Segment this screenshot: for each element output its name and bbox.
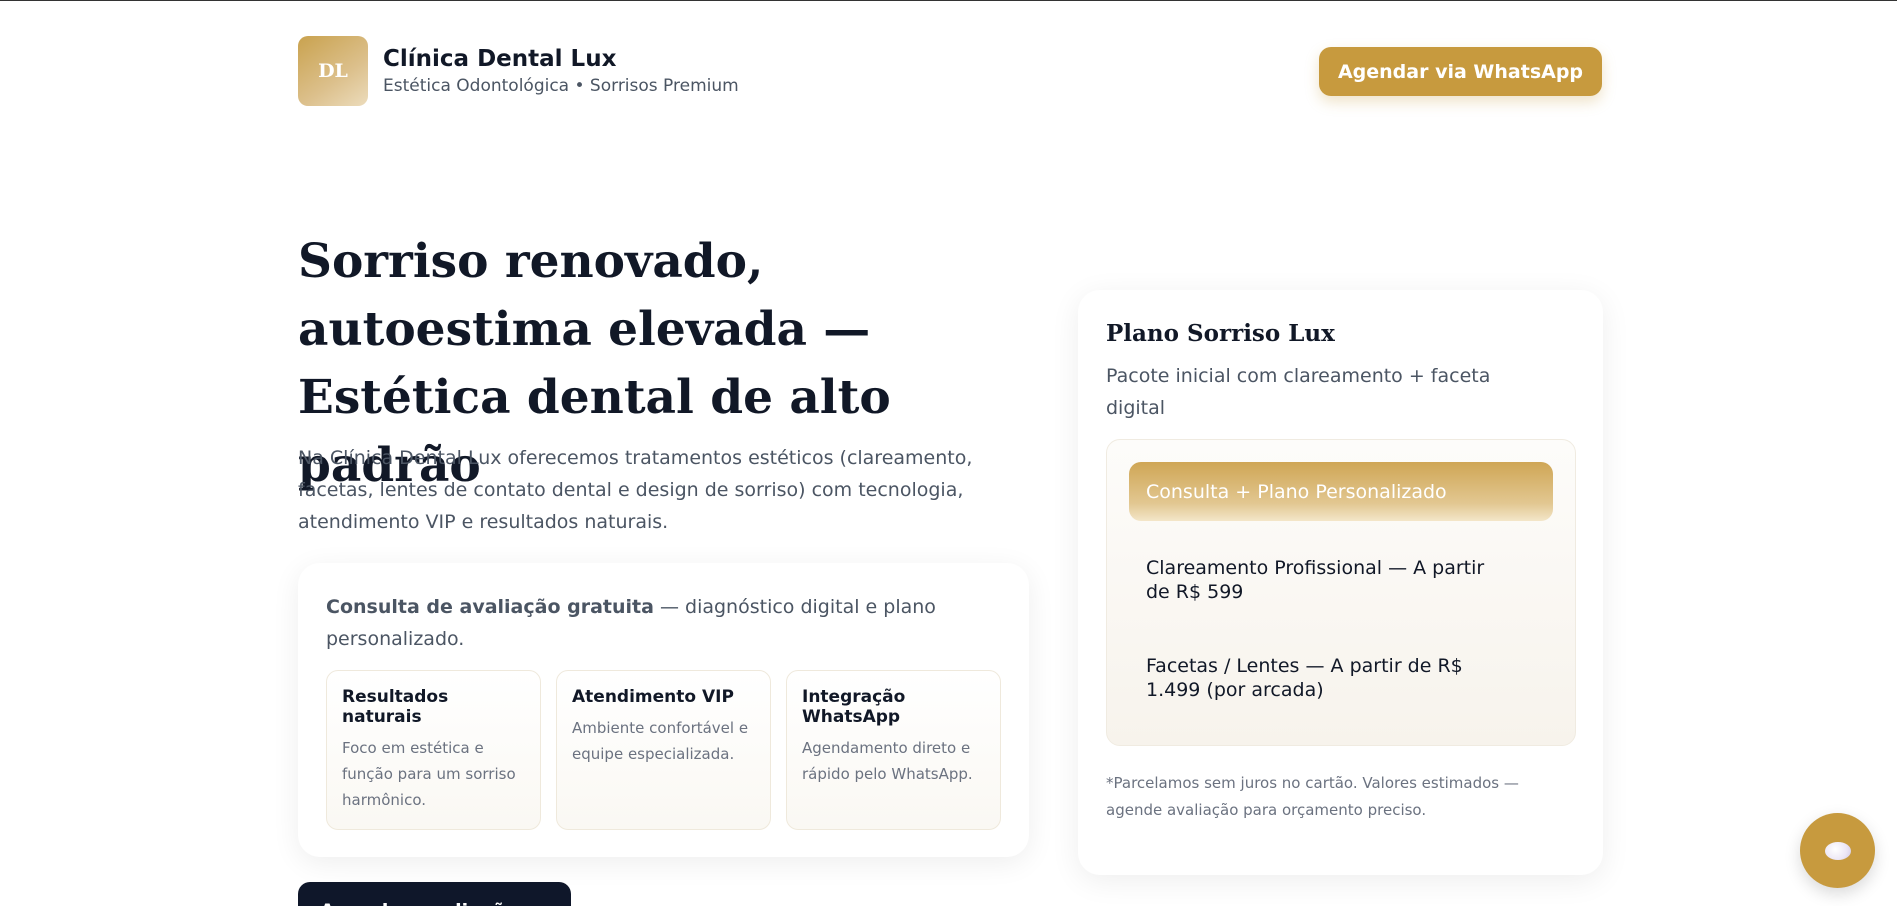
plan-title: Plano Sorriso Lux xyxy=(1106,320,1335,347)
free-consultation-card: Consulta de avaliação gratuita — diagnós… xyxy=(298,563,1029,857)
feature-card-whatsapp: Integração WhatsApp Agendamento direto e… xyxy=(786,670,1001,830)
consultation-lead: Consulta de avaliação gratuita — diagnós… xyxy=(326,591,1006,655)
brand-name: Clínica Dental Lux xyxy=(383,46,617,72)
logo-text: DL xyxy=(318,60,348,82)
feature-text: Foco em estética e função para um sorris… xyxy=(342,739,516,809)
top-border xyxy=(0,0,1897,1)
feature-text: Agendamento direto e rápido pelo WhatsAp… xyxy=(802,739,973,783)
clinic-logo[interactable]: DL xyxy=(298,36,368,106)
plan-option-whitening[interactable]: Clareamento Profissional — A partir de R… xyxy=(1129,556,1529,604)
feature-card-natural-results: Resultados naturais Foco em estética e f… xyxy=(326,670,541,830)
whatsapp-schedule-button[interactable]: Agendar via WhatsApp xyxy=(1319,47,1602,96)
brand-tagline: Estética Odontológica • Sorrisos Premium xyxy=(383,76,739,96)
hero-description: Na Clínica Dental Lux oferecemos tratame… xyxy=(298,447,973,533)
feature-title: Resultados naturais xyxy=(342,687,449,727)
feature-title: Integração WhatsApp xyxy=(802,687,906,727)
feature-title: Atendimento VIP xyxy=(572,687,734,707)
plan-footnote: *Parcelamos sem juros no cartão. Valores… xyxy=(1106,774,1519,819)
plan-option-veneers[interactable]: Facetas / Lentes — A partir de R$ 1.499 … xyxy=(1129,654,1529,702)
chat-button[interactable] xyxy=(1800,813,1875,888)
plan-options: Consulta + Plano Personalizado Clareamen… xyxy=(1106,439,1576,746)
plan-option-consultation[interactable]: Consulta + Plano Personalizado xyxy=(1129,462,1553,521)
feature-text: Ambiente confortável e equipe especializ… xyxy=(572,719,749,763)
chat-bubble-icon xyxy=(1824,841,1851,860)
feature-card-vip: Atendimento VIP Ambiente confortável e e… xyxy=(556,670,771,830)
schedule-evaluation-button[interactable]: Agendar avaliação xyxy=(298,882,571,906)
plan-card: Plano Sorriso Lux Pacote inicial com cla… xyxy=(1078,290,1603,875)
plan-subtitle: Pacote inicial com clareamento + faceta … xyxy=(1106,365,1491,419)
consultation-lead-strong: Consulta de avaliação gratuita xyxy=(326,596,654,618)
